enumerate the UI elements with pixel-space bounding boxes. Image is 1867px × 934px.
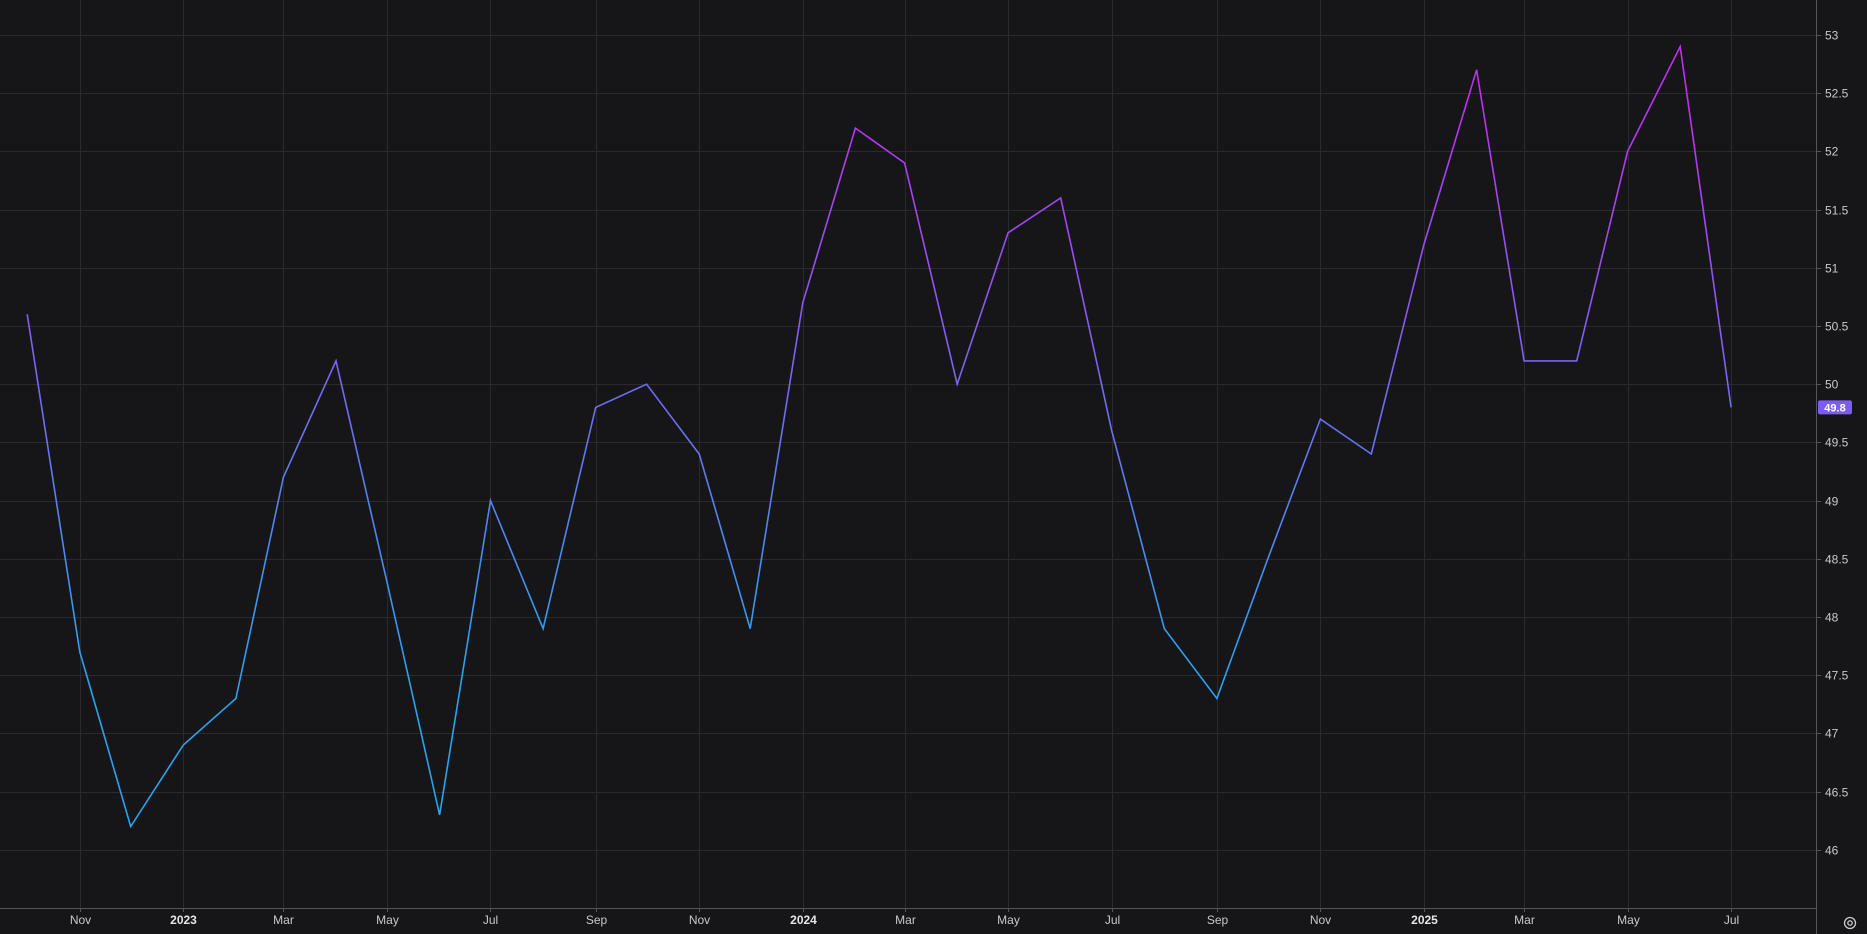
x-tick-label: Nov: [1310, 913, 1331, 927]
last-value-marker: 49.8: [1818, 400, 1852, 415]
grid: [0, 0, 1816, 908]
x-tick-label: Jul: [1105, 913, 1120, 927]
last-value-label: 49.8: [1824, 402, 1845, 414]
series-line: [26, 43, 1732, 829]
x-tick-label: Jul: [483, 913, 498, 927]
y-tick-label: 47.5: [1825, 669, 1849, 683]
x-tick-label: Mar: [1514, 913, 1535, 927]
y-tick-label: 50: [1825, 378, 1839, 392]
x-tick-label: Jul: [1724, 913, 1739, 927]
y-tick-label: 53: [1825, 29, 1839, 43]
chart-settings-button[interactable]: [1833, 912, 1867, 934]
y-tick-label: 48: [1825, 611, 1839, 625]
x-axis: Nov 2023 Mar May Jul Sep Nov 2024 Mar May Jul Sep No…: [70, 908, 1739, 927]
x-tick-label: 2023: [170, 913, 197, 927]
y-tick-label: 46: [1825, 844, 1839, 858]
y-tick-label: 49: [1825, 495, 1839, 509]
x-tick-label: Mar: [273, 913, 294, 927]
y-tick-label: 48.5: [1825, 553, 1849, 567]
y-axis: 46 46.5 47 47.5 48 48.5 49 49.5 50 50.5 51 51.5 52 52…: [1816, 29, 1849, 858]
x-tick-label: Sep: [1207, 913, 1229, 927]
y-tick-label: 49.5: [1825, 436, 1849, 450]
x-tick-label: May: [1617, 913, 1640, 927]
x-tick-label: Sep: [586, 913, 608, 927]
series-layer: [26, 43, 1732, 829]
x-tick-label: 2024: [790, 913, 817, 927]
y-tick-label: 50.5: [1825, 320, 1849, 334]
y-tick-label: 52.5: [1825, 87, 1849, 101]
settings-icon: [1843, 916, 1857, 930]
y-tick-label: 51: [1825, 262, 1839, 276]
x-tick-label: Mar: [895, 913, 916, 927]
x-tick-label: May: [376, 913, 399, 927]
x-tick-label: Nov: [70, 913, 91, 927]
line-chart[interactable]: 46 46.5 47 47.5 48 48.5 49 49.5 50 50.5 51 51.5 52 52…: [0, 0, 1867, 934]
y-tick-label: 52: [1825, 145, 1839, 159]
y-tick-label: 47: [1825, 727, 1839, 741]
x-tick-label: Nov: [689, 913, 710, 927]
y-tick-label: 51.5: [1825, 204, 1849, 218]
x-tick-label: May: [997, 913, 1020, 927]
y-tick-label: 46.5: [1825, 786, 1849, 800]
x-tick-label: 2025: [1411, 913, 1438, 927]
